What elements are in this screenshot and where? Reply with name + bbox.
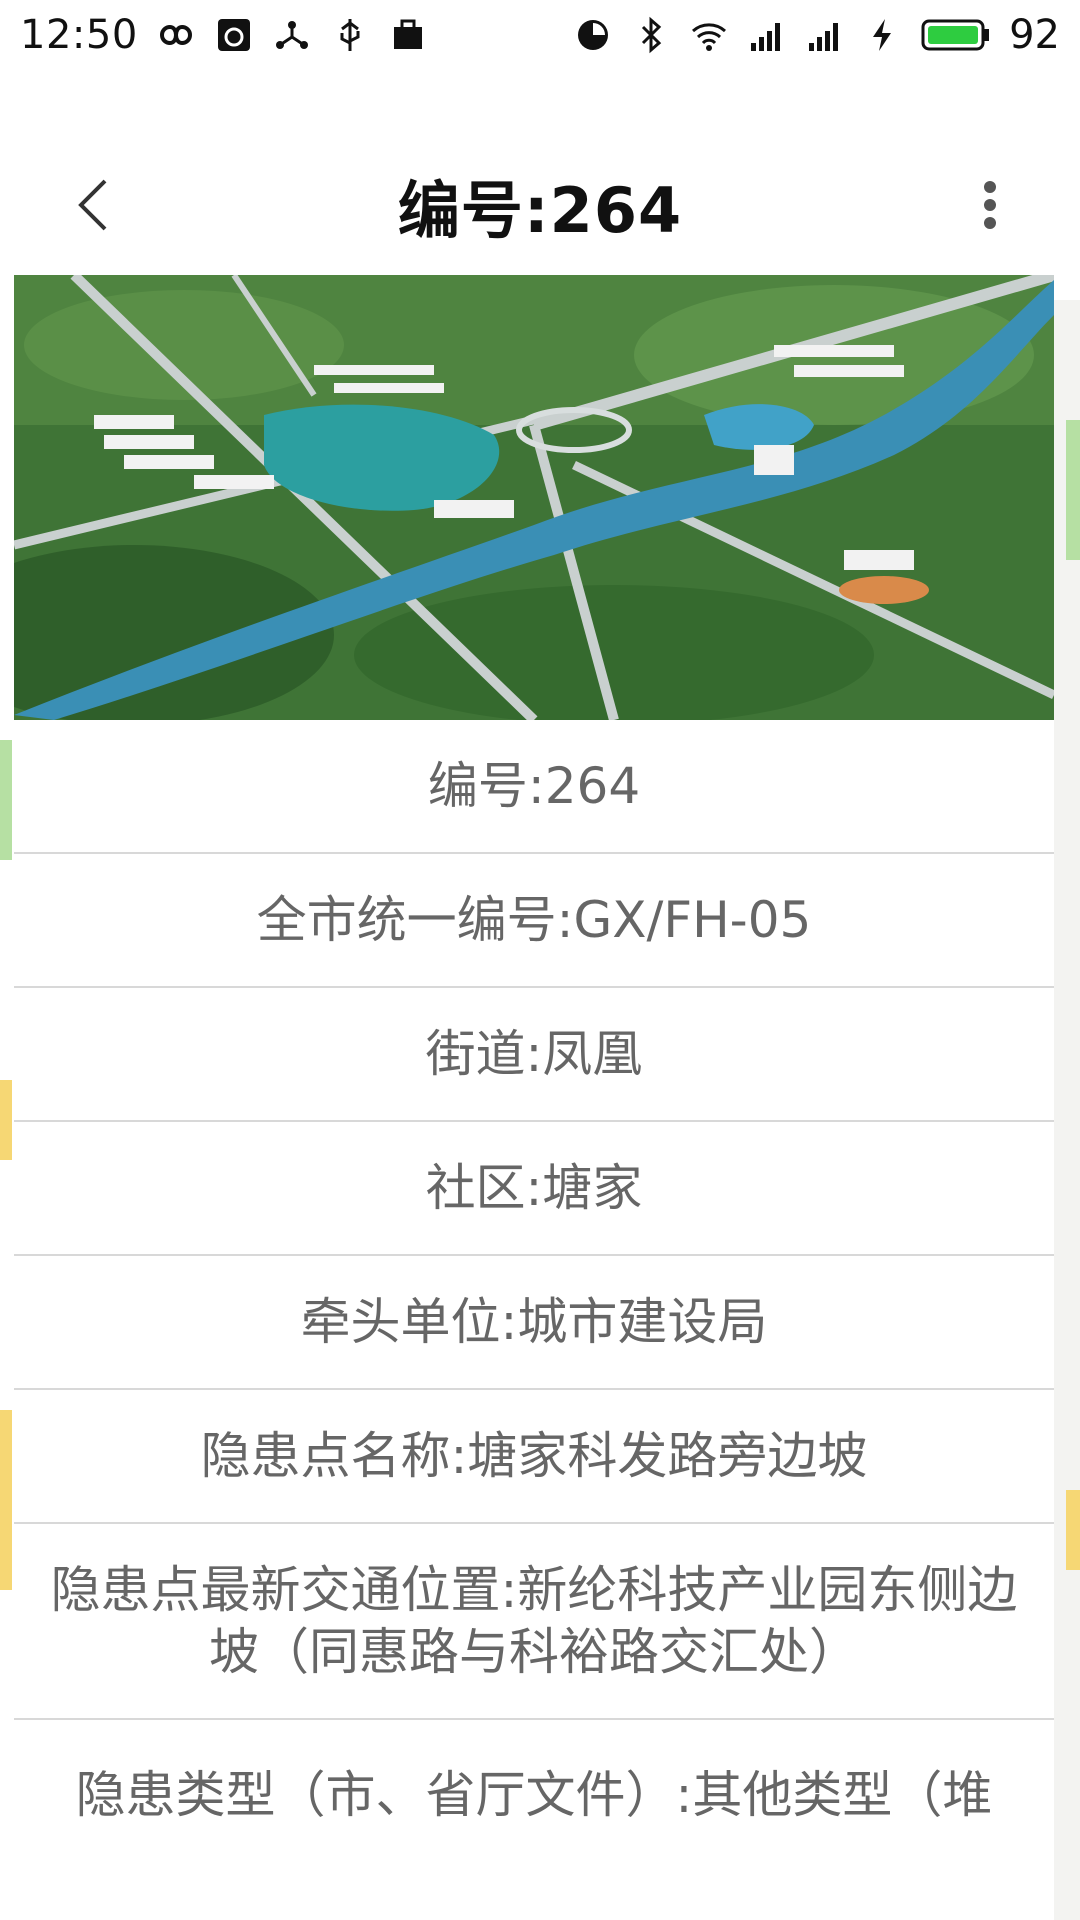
battery-level: 92 [1009,12,1060,58]
app-header: 编号:264 [0,140,1080,270]
usb-icon [330,15,370,55]
detail-row-city-code-text: 全市统一编号:GX/FH-05 [256,891,812,949]
detail-card: 编号:264 全市统一编号:GX/FH-05 街道:凤凰 社区:塘家 牵头单位:… [14,275,1054,1920]
detail-row-lead-unit-text: 牵头单位:城市建设局 [300,1293,768,1351]
briefcase-icon [388,15,428,55]
detail-row-hazard-name: 隐患点名称:塘家科发路旁边坡 [14,1390,1054,1524]
detail-row-street: 街道:凤凰 [14,988,1054,1122]
signal-3g-icon [747,15,787,55]
infinity-icon [156,15,196,55]
site-aerial-image [14,275,1054,720]
detail-row-number: 编号:264 [14,720,1054,854]
detail-row-hazard-type: 隐患类型（市、省厅文件）:其他类型（堆 [14,1720,1054,1870]
data-saver-icon [573,15,613,55]
bluetooth-icon [631,15,671,55]
more-vertical-icon [984,181,996,229]
status-time: 12:50 [20,12,138,58]
detail-list: 编号:264 全市统一编号:GX/FH-05 街道:凤凰 社区:塘家 牵头单位:… [14,720,1054,1870]
status-bar: 12:50 92 [0,0,1080,70]
back-button[interactable] [60,170,130,240]
signal-icon [805,15,845,55]
battery-icon [921,15,991,55]
chevron-left-icon [78,179,107,231]
share-icon [272,15,312,55]
detail-row-street-text: 街道:凤凰 [425,1025,643,1083]
detail-row-hazard-name-text: 隐患点名称:塘家科发路旁边坡 [200,1427,868,1485]
detail-row-location: 隐患点最新交通位置:新纶科技产业园东侧边坡（同惠路与科裕路交汇处） [14,1524,1054,1720]
page-title: 编号:264 [397,174,683,247]
detail-row-community-text: 社区:塘家 [425,1159,643,1217]
more-options-button[interactable] [960,170,1020,240]
detail-row-location-text: 隐患点最新交通位置:新纶科技产业园东侧边坡（同惠路与科裕路交汇处） [50,1561,1018,1681]
app-notification-icon [214,15,254,55]
wifi-icon [689,15,729,55]
detail-row-hazard-type-text: 隐患类型（市、省厅文件）:其他类型（堆 [75,1766,993,1824]
detail-row-lead-unit: 牵头单位:城市建设局 [14,1256,1054,1390]
detail-row-city-code: 全市统一编号:GX/FH-05 [14,854,1054,988]
charging-icon [863,15,903,55]
detail-row-number-text: 编号:264 [427,757,641,815]
detail-row-community: 社区:塘家 [14,1122,1054,1256]
